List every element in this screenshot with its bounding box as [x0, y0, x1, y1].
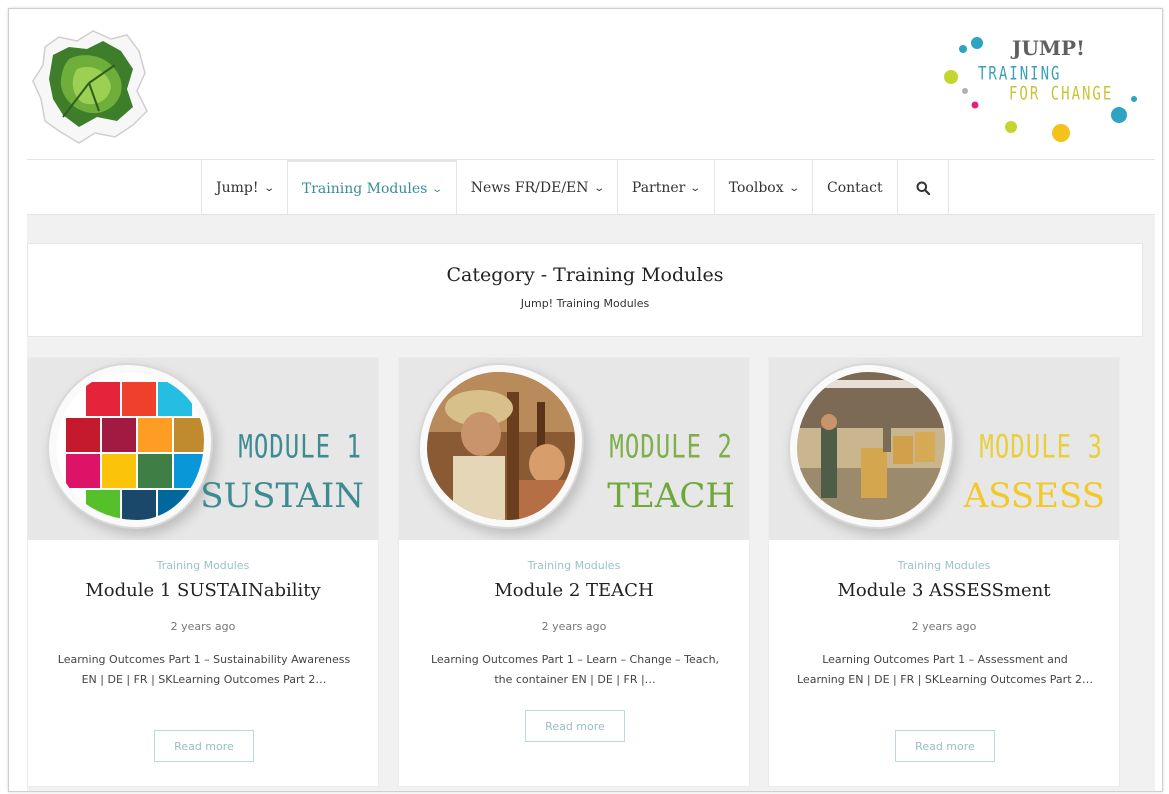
nav-item-label: Contact: [827, 180, 883, 196]
chevron-down-icon: ⌄: [787, 182, 800, 194]
brand-title: JUMP!: [1012, 36, 1085, 60]
post-excerpt: Learning Outcomes Part 1 – Learn – Chang…: [430, 653, 720, 686]
nav-item-contact[interactable]: Contact: [812, 160, 897, 216]
post-category-link[interactable]: Training Modules: [28, 559, 378, 572]
post-excerpt: Learning Outcomes Part 1 – Sustainabilit…: [57, 653, 351, 686]
module-number-label: MODULE 3: [979, 428, 1103, 466]
search-button[interactable]: [896, 160, 949, 216]
read-more-button[interactable]: Read more: [154, 730, 254, 762]
nav-item-label: News FR/DE/EN: [470, 180, 589, 196]
post-category-link[interactable]: Training Modules: [769, 559, 1119, 572]
category-header: Category - Training Modules Jump! Traini…: [27, 243, 1143, 337]
post-date: 2 years ago: [170, 620, 236, 633]
post-date: 2 years ago: [541, 620, 607, 633]
nav-item-label: Partner: [631, 180, 686, 196]
nav-item-partner[interactable]: Partner ⌄: [616, 160, 714, 216]
post-card-module-3: MODULE 3 ASSESS Training Modules Module …: [768, 357, 1120, 787]
read-more-button[interactable]: Read more: [525, 710, 625, 742]
browser-page: JUMP! TRAINING FOR CHANGE Jump! ⌄ Traini…: [8, 8, 1163, 792]
nav-item-label: Jump!: [216, 180, 259, 196]
module-number-label: MODULE 1: [238, 428, 362, 466]
module-3-image[interactable]: MODULE 3 ASSESS: [769, 358, 1119, 540]
chevron-down-icon: ⌄: [689, 182, 702, 194]
site-header: JUMP! TRAINING FOR CHANGE: [9, 9, 1162, 159]
main-navigation: Jump! ⌄ Training Modules ⌄ News FR/DE/EN…: [27, 159, 1155, 216]
brand-line-change: FOR CHANGE: [1009, 84, 1114, 105]
post-title[interactable]: Module 1 SUSTAINability: [28, 580, 378, 601]
read-more-button[interactable]: Read more: [895, 730, 995, 762]
page-title: Category - Training Modules: [446, 264, 724, 286]
post-excerpt: Learning Outcomes Part 1 – Assessment an…: [797, 653, 1094, 686]
teaching-photo: [427, 372, 575, 520]
nav-item-toolbox[interactable]: Toolbox ⌄: [713, 160, 812, 216]
nav-item-news[interactable]: News FR/DE/EN ⌄: [455, 160, 617, 216]
module-2-image[interactable]: MODULE 2 TEACH: [399, 358, 749, 540]
module-word-label: ASSESS: [963, 476, 1105, 516]
workshop-photo: [797, 372, 945, 520]
leaf-logo[interactable]: [29, 25, 153, 145]
post-card-module-2: MODULE 2 TEACH Training Modules Module 2…: [398, 357, 750, 787]
post-title[interactable]: Module 3 ASSESSment: [769, 580, 1119, 601]
nav-item-label: Training Modules: [301, 181, 428, 197]
chevron-down-icon: ⌄: [431, 183, 444, 195]
nav-item-label: Toolbox: [728, 180, 784, 196]
post-card-module-1: MODULE 1 SUSTAIN Training Modules Module…: [27, 357, 379, 787]
post-category-link[interactable]: Training Modules: [399, 559, 749, 572]
nav-item-jump[interactable]: Jump! ⌄: [201, 160, 287, 216]
brand-line-training: TRAINING: [978, 64, 1062, 85]
category-description: Jump! Training Modules: [520, 297, 650, 310]
module-1-image[interactable]: MODULE 1 SUSTAIN: [28, 358, 378, 540]
search-icon: [916, 181, 930, 195]
post-date: 2 years ago: [911, 620, 977, 633]
chevron-down-icon: ⌄: [262, 182, 275, 194]
chevron-down-icon: ⌄: [592, 182, 605, 194]
module-word-label: TEACH: [607, 476, 735, 516]
nav-item-training-modules[interactable]: Training Modules ⌄: [286, 160, 456, 216]
module-number-label: MODULE 2: [609, 428, 733, 466]
content-area: Category - Training Modules Jump! Traini…: [27, 215, 1155, 791]
sdg-icons-image: [56, 372, 204, 520]
module-word-label: SUSTAIN: [200, 476, 364, 516]
post-title[interactable]: Module 2 TEACH: [399, 580, 749, 601]
